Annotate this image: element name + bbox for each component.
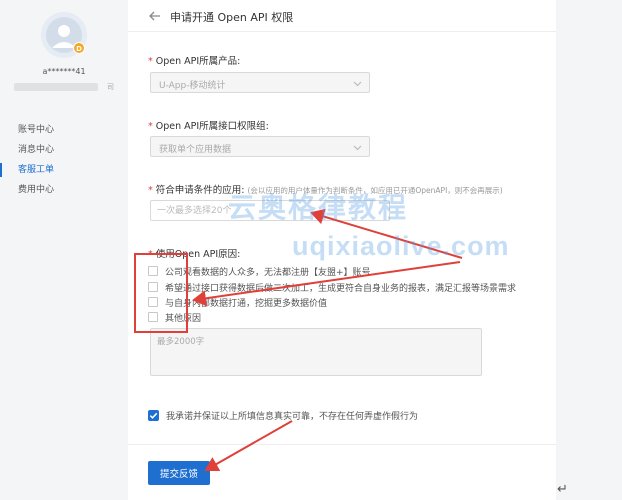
watermark-text: 云奥格律教程 bbox=[228, 191, 409, 224]
sidebar-item-label: 费用中心 bbox=[18, 185, 55, 195]
permission-group-label-text: Open API所属接口权限组: bbox=[155, 121, 269, 132]
chevron-down-icon bbox=[353, 81, 362, 87]
permission-group-label: * Open API所属接口权限组: bbox=[148, 118, 269, 132]
product-select[interactable]: U-App-移动统计 bbox=[150, 72, 370, 93]
sidebar-item-service-tickets[interactable]: 客服工单 bbox=[0, 160, 128, 180]
developer-badge-icon: D bbox=[73, 42, 85, 54]
watermark-url: uqixiaolive.com bbox=[292, 231, 510, 261]
sidebar-item-label: 账号中心 bbox=[18, 125, 55, 135]
return-arrow-icon: ↵ bbox=[557, 482, 568, 497]
submit-feedback-button[interactable]: 提交反馈 bbox=[148, 461, 210, 485]
sidebar-item-label: 消息中心 bbox=[18, 145, 55, 155]
agreement-checkbox[interactable] bbox=[148, 410, 159, 421]
sidebar-item-account-center[interactable]: 账号中心 bbox=[0, 120, 128, 140]
product-select-value: U-App-移动统计 bbox=[159, 81, 226, 91]
account-company-suffix: 司 bbox=[107, 83, 114, 91]
reason-textarea[interactable] bbox=[150, 328, 482, 376]
permission-group-select[interactable]: 获取单个应用数据 bbox=[150, 136, 370, 157]
chevron-down-icon bbox=[353, 145, 362, 151]
sidebar-nav: 账号中心 消息中心 客服工单 费用中心 bbox=[0, 120, 128, 200]
redacted-text bbox=[14, 83, 98, 91]
sidebar: D a*******41 司 账号中心 消息中心 客服工单 费用中心 bbox=[0, 0, 128, 500]
page-header: 申请开通 Open API 权限 bbox=[128, 0, 556, 32]
back-arrow-icon[interactable] bbox=[148, 9, 162, 23]
page-title: 申请开通 Open API 权限 bbox=[170, 11, 294, 24]
sidebar-item-label: 客服工单 bbox=[18, 165, 55, 175]
required-mark: * bbox=[148, 56, 153, 67]
reason-option-label: 希望通过接口获得数据后做二次加工，生成更符合自身业务的报表，满足汇报等场景需求 bbox=[165, 284, 517, 294]
annotation-highlight-box bbox=[134, 253, 188, 333]
divider bbox=[128, 444, 556, 445]
permission-group-select-value: 获取单个应用数据 bbox=[159, 145, 232, 155]
sidebar-item-billing-center[interactable]: 费用中心 bbox=[0, 180, 128, 200]
reason-option-label: 公司观看数据的人众多，无法都注册【友盟+】账号 bbox=[165, 268, 371, 278]
product-label: * Open API所属产品: bbox=[148, 53, 240, 67]
required-mark: * bbox=[148, 185, 153, 196]
checkmark-icon bbox=[149, 412, 158, 419]
reason-option-label: 与自身内部数据打通，挖掘更多数据价值 bbox=[165, 299, 328, 309]
sidebar-item-message-center[interactable]: 消息中心 bbox=[0, 140, 128, 160]
account-name: a*******41 bbox=[42, 67, 86, 76]
required-mark: * bbox=[148, 121, 153, 132]
agreement-label: 我承诺并保证以上所填信息真实可靠，不存在任何弄虚作假行为 bbox=[166, 412, 419, 422]
product-label-text: Open API所属产品: bbox=[155, 56, 241, 67]
account-company: 司 bbox=[14, 82, 114, 91]
